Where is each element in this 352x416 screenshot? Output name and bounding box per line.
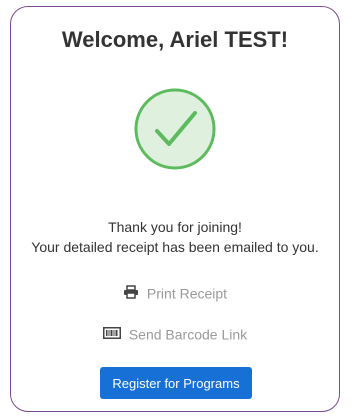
welcome-card: Welcome, Ariel TEST! Thank you for joini… (10, 6, 340, 412)
barcode-icon (102, 326, 121, 342)
print-receipt-label: Print Receipt (146, 285, 228, 302)
print-receipt-link[interactable]: Print Receipt (11, 284, 339, 302)
confirmation-message: Thank you for joining! Your detailed rec… (11, 217, 339, 257)
send-barcode-label: Send Barcode Link (128, 326, 248, 343)
check-circle-icon (133, 87, 217, 171)
page-title: Welcome, Ariel TEST! (61, 27, 289, 52)
printer-icon (123, 285, 139, 302)
register-for-programs-button[interactable]: Register for Programs (100, 367, 252, 399)
send-barcode-link[interactable]: Send Barcode Link (11, 325, 339, 342)
message-line-1: Thank you for joining! (108, 219, 242, 235)
message-line-2: Your detailed receipt has been emailed t… (31, 239, 319, 255)
